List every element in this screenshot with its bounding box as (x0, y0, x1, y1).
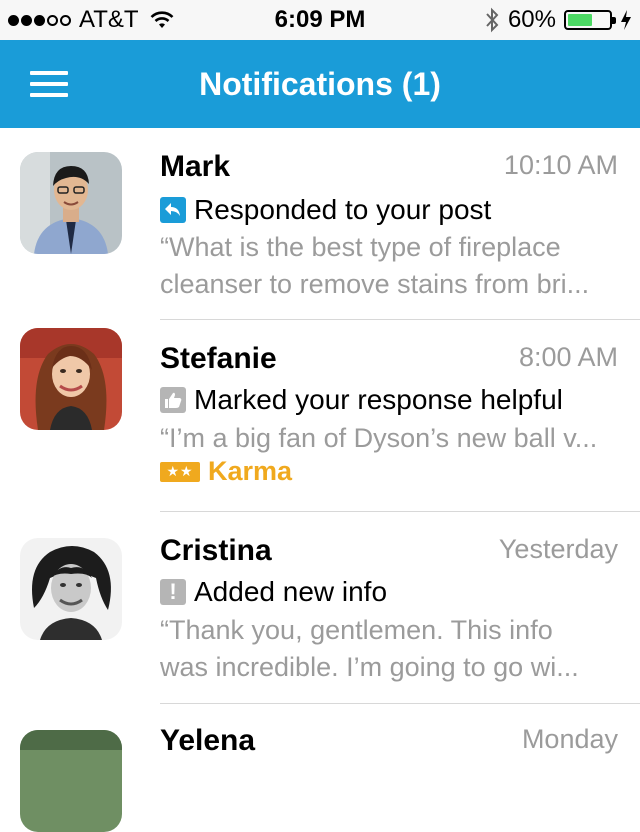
notification-action: Marked your response helpful (160, 384, 563, 416)
karma-stars-icon: ★★ (160, 461, 200, 482)
quote-line: “What is the best type of fireplace (160, 232, 561, 262)
sender-name: Stefanie (160, 342, 277, 375)
charging-bolt-icon (621, 10, 631, 30)
avatar (20, 538, 122, 640)
avatar (20, 152, 122, 254)
quote-line: was incredible. I’m going to go wi... (160, 652, 579, 682)
action-text: Marked your response helpful (194, 384, 563, 415)
status-right: 60% (484, 0, 632, 40)
reply-icon (160, 197, 186, 223)
action-text: Responded to your post (194, 194, 492, 225)
menu-icon[interactable] (30, 71, 68, 97)
sender-name: Cristina (160, 534, 272, 567)
notification-time: 8:00 AM (518, 342, 618, 372)
karma-badge: ★★ Karma (160, 456, 292, 487)
notification-time: Yesterday (498, 534, 618, 564)
bluetooth-icon (486, 7, 499, 33)
battery-level (568, 14, 592, 26)
notification-item[interactable]: Mark 10:10 AM Responded to your post “Wh… (0, 128, 640, 320)
battery-percent: 60% (507, 6, 556, 33)
notification-action: Responded to your post (160, 194, 491, 226)
quote-line: “Thank you, gentlemen. This info (160, 615, 553, 645)
avatar (20, 328, 122, 430)
sender-name: Mark (160, 150, 231, 183)
battery-icon (564, 10, 616, 30)
notification-item[interactable]: Stefanie 8:00 AM Marked your response he… (0, 320, 640, 512)
karma-label: Karma (208, 456, 293, 486)
avatar (20, 730, 122, 832)
status-bar: AT&T 6:09 PM 60% (0, 0, 640, 40)
quote-line: cleanser to remove stains from bri... (160, 269, 590, 299)
page-title: Notifications (1) (199, 66, 441, 102)
exclamation-icon: ! (160, 579, 186, 605)
notification-list: Mark 10:10 AM Responded to your post “Wh… (0, 128, 640, 832)
action-text: Added new info (194, 576, 388, 607)
notification-time: 10:10 AM (503, 150, 618, 180)
notification-action: ! Added new info (160, 576, 387, 608)
notification-quote: “What is the best type of fireplace clea… (160, 229, 622, 303)
notification-item[interactable]: Cristina Yesterday ! Added new info “Tha… (0, 512, 640, 704)
thumbs-up-icon (160, 387, 186, 413)
nav-bar: Notifications (1) (0, 40, 640, 128)
notification-item[interactable]: Yelena Monday (0, 704, 640, 832)
quote-line: “I’m a big fan of Dyson’s new ball v... (160, 423, 598, 453)
sender-name: Yelena (160, 724, 256, 757)
notification-quote: “I’m a big fan of Dyson’s new ball v... (160, 420, 622, 457)
notification-time: Monday (521, 724, 618, 754)
notification-quote: “Thank you, gentlemen. This info was inc… (160, 612, 622, 686)
